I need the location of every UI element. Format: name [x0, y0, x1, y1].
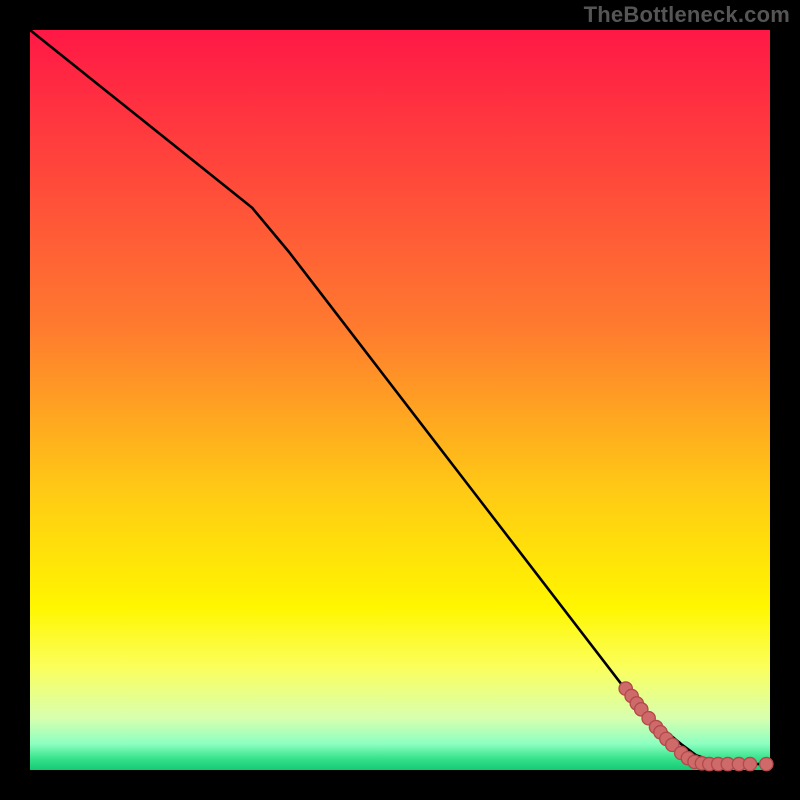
data-point [760, 757, 773, 770]
marker-group [619, 682, 773, 771]
chart-svg [30, 30, 770, 770]
plot-area [30, 30, 770, 770]
data-point [743, 757, 756, 770]
watermark-text: TheBottleneck.com [584, 2, 790, 28]
chart-frame: TheBottleneck.com [0, 0, 800, 800]
curve-line [30, 30, 770, 764]
